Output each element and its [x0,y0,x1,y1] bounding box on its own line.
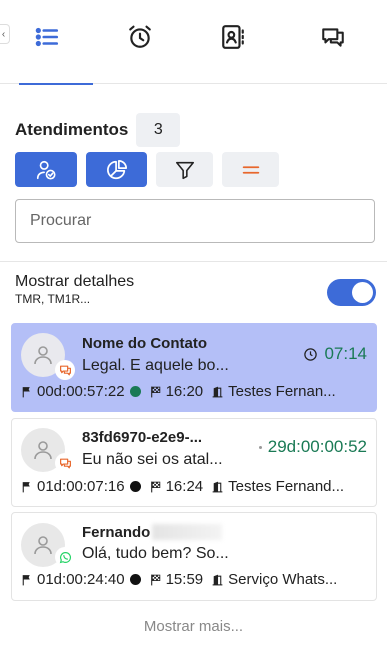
tab-chats[interactable] [279,0,387,84]
list-icon [35,27,58,47]
clock-icon [304,347,318,361]
finish-time: 15:59 [165,571,204,588]
checkered-flag-icon [150,481,160,492]
attendance-time: 07:14 [303,344,367,364]
channel-badge [55,360,75,380]
contact-name: Fernando [82,524,223,541]
person-placeholder-icon [34,346,52,365]
sort-order-button[interactable] [222,152,279,187]
flag-icon [22,386,30,397]
chat-icon [59,365,71,375]
filter-toolbar [15,152,288,187]
whatsapp-icon [59,551,71,563]
duration: 01d:00:24:40 [37,571,125,588]
status-dot [129,386,141,397]
person-placeholder-icon [34,441,52,460]
filter-button[interactable] [156,152,213,187]
attendance-time-value: 07:14 [324,344,367,363]
attendance-time-value: 29d:00:00:52 [267,437,367,456]
blurred-surname [152,524,223,540]
queue-name: Testes Fernan... [228,383,336,400]
duration: 01d:00:07:16 [37,478,125,495]
attendance-card[interactable]: Nome do Contato Legal. E aquele bo... 07… [11,323,377,412]
tab-contacts[interactable] [186,0,279,84]
statistics-filter-button[interactable] [86,152,147,187]
person-placeholder-icon [34,536,52,555]
show-more-link[interactable]: Mostrar mais... [0,618,387,635]
count-badge: 3 [136,113,181,147]
queue-name: Testes Fernand... [228,478,345,495]
checkered-flag-icon [150,386,160,397]
top-tab-bar [0,0,387,85]
channel-badge [55,547,75,567]
contact-name: 83fd6970-e2e9-... [82,429,203,446]
section-divider [0,261,387,262]
checkered-flag-icon [150,574,160,585]
queue-name: Serviço Whats... [228,571,338,588]
toggle-knob [352,282,373,303]
attendance-meta: 00d:00:57:22 16:20 Testes Fernan... [20,383,368,400]
user-check-icon [36,160,56,180]
contact-name-text: Fernando [82,524,151,541]
attendance-meta: 01d:00:07:16 16:24 Testes Fernand... [20,478,368,495]
alarm-clock-icon [128,25,151,48]
tab-attendances-list[interactable] [0,0,93,85]
last-message: Olá, tudo bem? So... [82,545,229,562]
channel-badge [55,453,75,473]
last-message: Legal. E aquele bo... [82,357,229,374]
door-icon [212,574,223,585]
attendance-time: 29d:00:00:52 [258,437,367,457]
pie-chart-icon [106,159,127,179]
door-icon [212,481,223,492]
search-input[interactable] [15,199,375,243]
attendance-card[interactable]: Fernando Olá, tudo bem? So... 01d:00:24:… [11,512,377,601]
page-title: Atendimentos [15,120,129,139]
tab-alarms[interactable] [93,0,186,84]
attendance-card[interactable]: 83fd6970-e2e9-... Eu não sei os atal... … [11,418,377,507]
show-details-toggle[interactable] [327,279,376,306]
status-dot [129,481,141,492]
duration: 00d:00:57:22 [37,383,125,400]
contact-name: Nome do Contato [82,335,207,352]
chat-icon [59,458,71,468]
show-details-label: Mostrar detalhes [15,273,135,290]
my-attendances-filter-button[interactable] [15,152,77,187]
door-icon [212,386,223,397]
equals-icon [242,165,259,174]
last-message: Eu não sei os atal... [82,451,223,468]
finish-time: 16:24 [165,478,204,495]
attendance-meta: 01d:00:24:40 15:59 Serviço Whats... [20,571,368,588]
flag-icon [22,574,30,585]
show-details-subtitle: TMR, TM1R... [15,292,91,306]
small-dot [258,445,262,449]
status-dot [129,574,141,585]
funnel-icon [175,161,194,179]
flag-icon [22,481,30,492]
chat-bubbles-icon [322,28,344,47]
contacts-book-icon [221,25,244,49]
attendances-header: Atendimentos 3 [15,113,181,147]
finish-time: 16:20 [165,383,204,400]
